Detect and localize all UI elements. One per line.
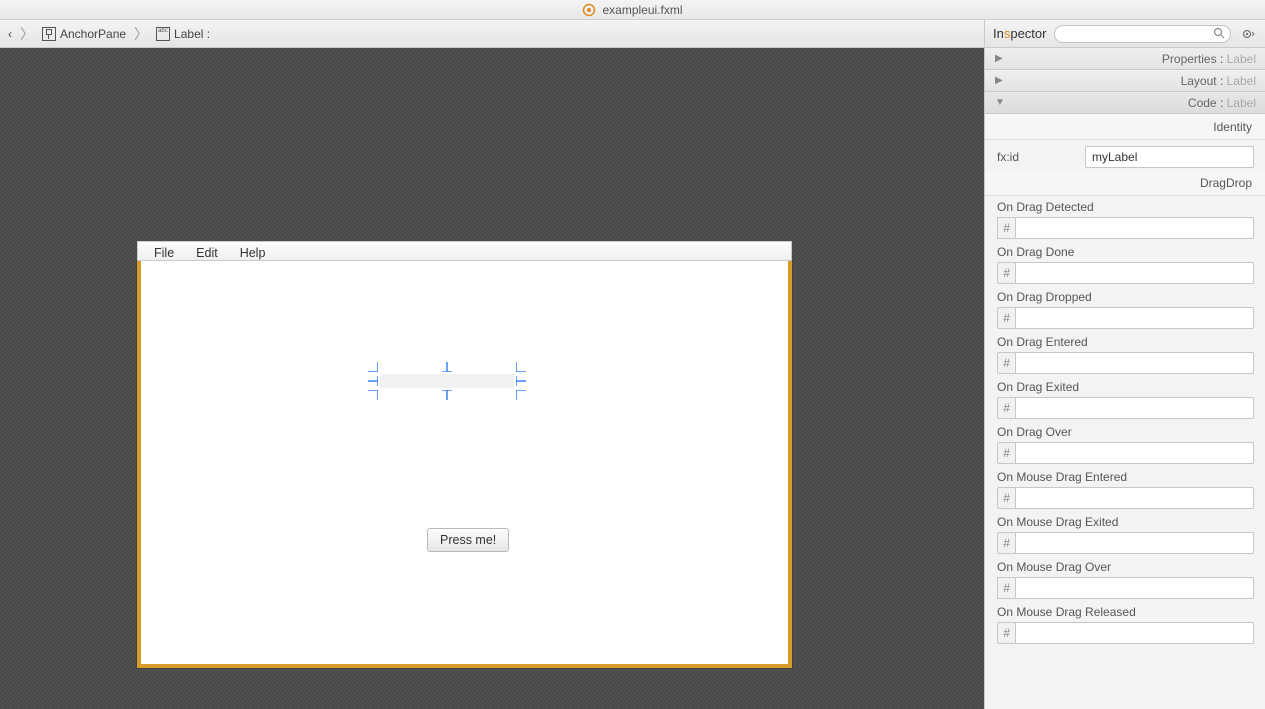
fxid-label: fx:id	[997, 150, 1075, 164]
event-label: On Mouse Drag Released	[997, 605, 1254, 619]
resize-handle-mr[interactable]	[516, 376, 526, 386]
event-label: On Drag Exited	[997, 380, 1254, 394]
design-canvas[interactable]: File Edit Help Press me!	[0, 48, 984, 709]
event-handler-input[interactable]	[1015, 217, 1254, 239]
event-row: On Mouse Drag Over #	[985, 556, 1265, 601]
press-me-button[interactable]: Press me!	[427, 528, 509, 552]
triangle-right-icon: ▶	[995, 53, 1003, 64]
event-row: On Drag Dropped #	[985, 286, 1265, 331]
hash-icon: #	[997, 217, 1015, 239]
section-dragdrop: DragDrop	[985, 170, 1265, 196]
event-row: On Drag Exited #	[985, 376, 1265, 421]
event-label: On Drag Entered	[997, 335, 1254, 349]
event-label: On Drag Done	[997, 245, 1254, 259]
event-label: On Drag Dropped	[997, 290, 1254, 304]
gear-icon[interactable]	[1239, 25, 1257, 43]
triangle-right-icon: ▶	[995, 75, 1003, 86]
inspector-search-input[interactable]	[1054, 25, 1231, 43]
fxid-input[interactable]	[1085, 146, 1254, 168]
event-row: On Mouse Drag Entered #	[985, 466, 1265, 511]
event-label: On Mouse Drag Over	[997, 560, 1254, 574]
label-icon	[156, 27, 170, 41]
event-handler-input[interactable]	[1015, 532, 1254, 554]
event-row: On Drag Done #	[985, 241, 1265, 286]
hash-icon: #	[997, 577, 1015, 599]
event-label: On Drag Over	[997, 425, 1254, 439]
event-label: On Mouse Drag Entered	[997, 470, 1254, 484]
resize-handle-tr[interactable]	[516, 362, 526, 372]
breadcrumb-truncated[interactable]: ‹	[4, 25, 16, 43]
event-handler-input[interactable]	[1015, 397, 1254, 419]
chevron-right-icon: 〉	[20, 24, 34, 44]
hash-icon: #	[997, 307, 1015, 329]
event-handler-input[interactable]	[1015, 622, 1254, 644]
resize-handle-tm[interactable]	[442, 362, 452, 372]
inspector-panel: Inspector ▶ Properties : Label ▶	[984, 20, 1265, 709]
breadcrumb: ‹ 〉 AnchorPane 〉 Label :	[0, 20, 984, 48]
menu-file[interactable]: File	[154, 246, 174, 260]
chevron-right-icon: 〉	[134, 24, 148, 44]
accordion-code[interactable]: ▼ Code : Label	[985, 92, 1265, 114]
breadcrumb-label-node[interactable]: Label :	[152, 25, 214, 43]
window-titlebar: exampleui.fxml	[0, 0, 1265, 20]
event-handler-input[interactable]	[1015, 352, 1254, 374]
resize-handle-bl[interactable]	[368, 390, 378, 400]
resize-handle-br[interactable]	[516, 390, 526, 400]
window-title: exampleui.fxml	[602, 3, 682, 17]
event-row: On Drag Detected #	[985, 196, 1265, 241]
event-row: On Mouse Drag Exited #	[985, 511, 1265, 556]
preview-window[interactable]	[137, 261, 792, 668]
event-handler-input[interactable]	[1015, 487, 1254, 509]
inspector-header: Inspector	[985, 20, 1265, 48]
document-icon	[582, 3, 596, 17]
hash-icon: #	[997, 487, 1015, 509]
hash-icon: #	[997, 622, 1015, 644]
inspector-title: Inspector	[993, 26, 1046, 41]
hash-icon: #	[997, 352, 1015, 374]
resize-handle-bm[interactable]	[442, 390, 452, 400]
hash-icon: #	[997, 397, 1015, 419]
event-row: On Mouse Drag Released #	[985, 601, 1265, 646]
inspector-body: Identity fx:id DragDrop On Drag Detected…	[985, 114, 1265, 709]
triangle-down-icon: ▼	[995, 97, 1005, 108]
event-label: On Drag Detected	[997, 200, 1254, 214]
event-row: On Drag Over #	[985, 421, 1265, 466]
breadcrumb-label: Label :	[174, 27, 210, 41]
fxid-row: fx:id	[985, 140, 1265, 170]
hash-icon: #	[997, 442, 1015, 464]
menu-edit[interactable]: Edit	[196, 246, 218, 260]
hash-icon: #	[997, 262, 1015, 284]
event-handler-input[interactable]	[1015, 577, 1254, 599]
resize-handle-ml[interactable]	[368, 376, 378, 386]
anchorpane-icon	[42, 27, 56, 41]
event-handler-input[interactable]	[1015, 442, 1254, 464]
breadcrumb-anchorpane[interactable]: AnchorPane	[38, 25, 130, 43]
hash-icon: #	[997, 532, 1015, 554]
event-label: On Mouse Drag Exited	[997, 515, 1254, 529]
event-row: On Drag Entered #	[985, 331, 1265, 376]
accordion-properties[interactable]: ▶ Properties : Label	[985, 48, 1265, 70]
resize-handle-tl[interactable]	[368, 362, 378, 372]
breadcrumb-label: AnchorPane	[60, 27, 126, 41]
event-handler-input[interactable]	[1015, 262, 1254, 284]
selected-label-node[interactable]	[380, 374, 514, 388]
event-handler-input[interactable]	[1015, 307, 1254, 329]
section-identity: Identity	[985, 114, 1265, 140]
accordion-layout[interactable]: ▶ Layout : Label	[985, 70, 1265, 92]
editor-pane: ‹ 〉 AnchorPane 〉 Label : File Edit Help …	[0, 20, 984, 709]
menu-help[interactable]: Help	[240, 246, 266, 260]
